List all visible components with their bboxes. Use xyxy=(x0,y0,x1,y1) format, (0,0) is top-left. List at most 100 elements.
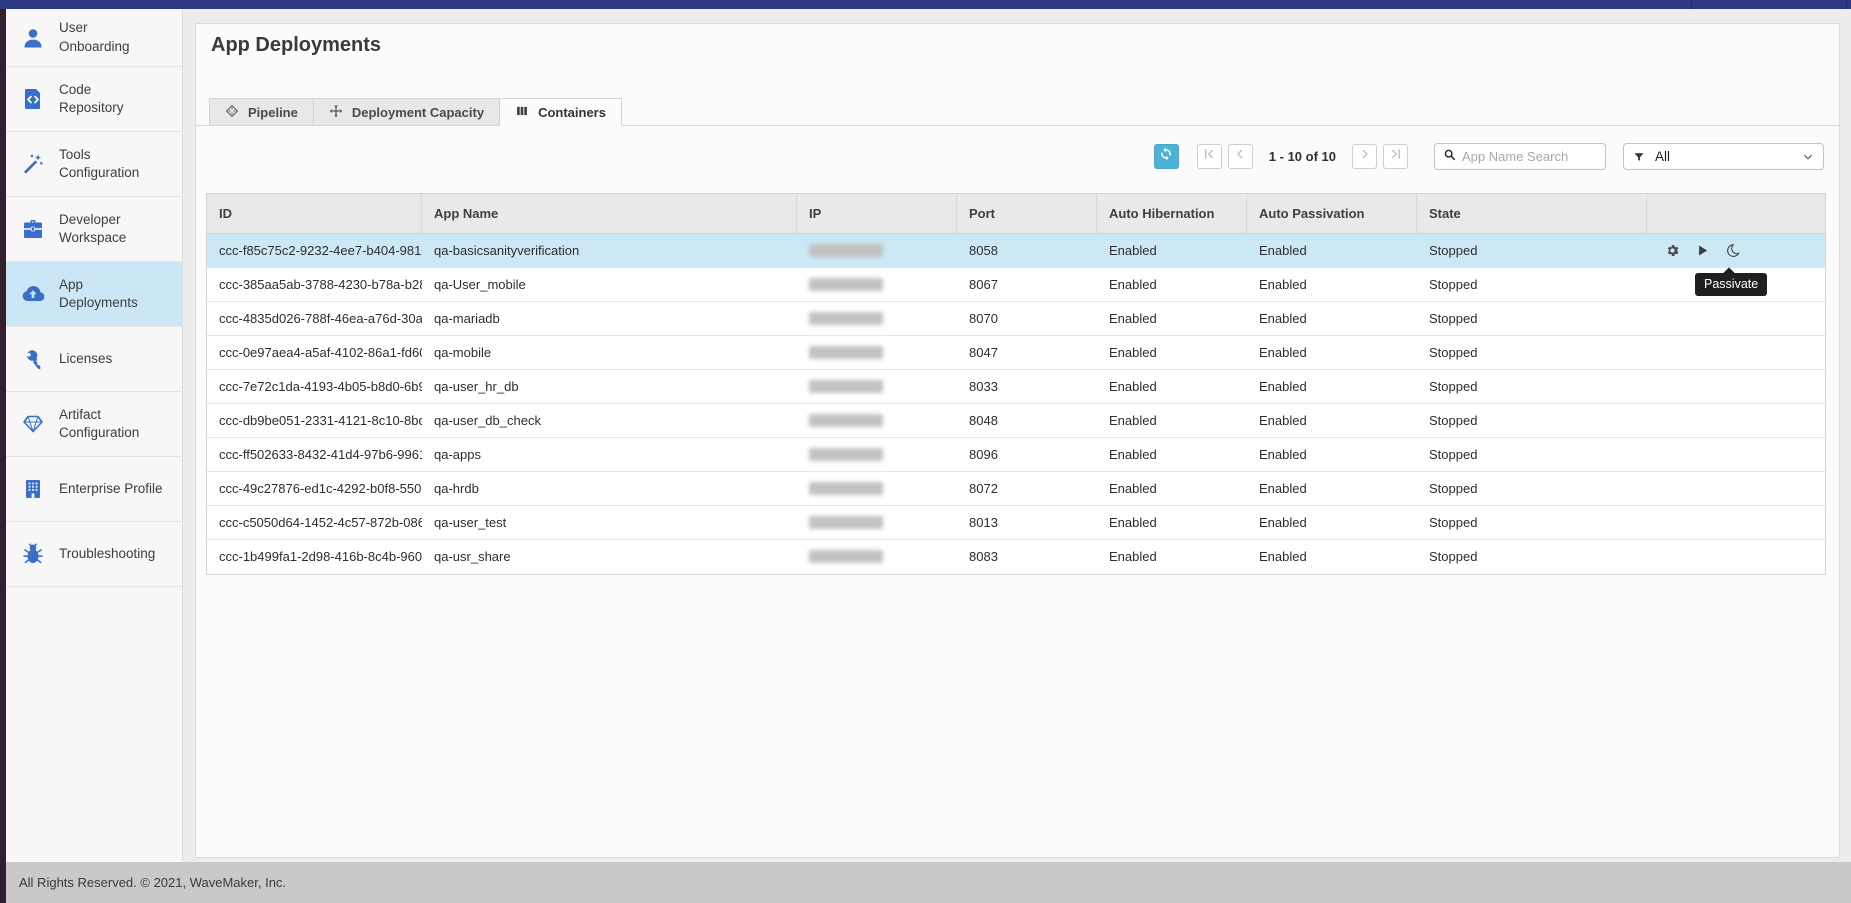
cell-port: 8033 xyxy=(957,370,1097,403)
sidebar-item-enterprise-profile[interactable]: Enterprise Profile xyxy=(6,457,182,522)
cell-app-name: qa-basicsanityverification xyxy=(422,234,797,267)
ip-redacted-value xyxy=(809,244,883,257)
cell-auto-hibernation: Enabled xyxy=(1097,404,1247,437)
prev-page-button[interactable] xyxy=(1228,144,1253,169)
table-row[interactable]: ccc-1b499fa1-2d98-416b-8c4b-960e68…qa-us… xyxy=(207,540,1825,574)
cell-ip xyxy=(797,336,957,369)
cell-port: 8048 xyxy=(957,404,1097,437)
refresh-button[interactable] xyxy=(1154,144,1179,169)
sidebar-item-label: User Onboarding xyxy=(59,19,130,55)
table-row[interactable]: ccc-ff502633-8432-41d4-97b6-996156…qa-ap… xyxy=(207,438,1825,472)
cell-app-name: qa-apps xyxy=(422,438,797,471)
filter-selected-value: All xyxy=(1655,149,1792,164)
sidebar-item-troubleshooting[interactable]: Troubleshooting xyxy=(6,522,182,587)
last-page-button[interactable] xyxy=(1383,144,1408,169)
filter-dropdown[interactable]: All xyxy=(1623,143,1824,170)
search-icon xyxy=(1443,148,1456,166)
column-header-id: ID xyxy=(207,194,422,233)
column-header-actions xyxy=(1647,194,1827,233)
tab-deployment-capacity[interactable]: Deployment Capacity xyxy=(314,98,500,126)
table-row[interactable]: ccc-4835d026-788f-46ea-a76d-30aac3…qa-ma… xyxy=(207,302,1825,336)
cell-state: Stopped xyxy=(1417,234,1647,267)
key-icon xyxy=(20,346,46,372)
cell-app-name: qa-user_db_check xyxy=(422,404,797,437)
cell-state: Stopped xyxy=(1417,370,1647,403)
app-name-search-box xyxy=(1434,143,1606,170)
columns-icon xyxy=(515,104,529,121)
search-input[interactable] xyxy=(1462,149,1592,164)
cell-port: 8067 xyxy=(957,268,1097,301)
cell-ip xyxy=(797,302,957,335)
main-content-card: App Deployments Pipeline Deployment Capa… xyxy=(195,23,1840,858)
cell-auto-hibernation: Enabled xyxy=(1097,540,1247,574)
containers-table: ID App Name IP Port Auto Hibernation Aut… xyxy=(206,193,1826,575)
table-row[interactable]: ccc-49c27876-ed1c-4292-b0f8-550588…qa-hr… xyxy=(207,472,1825,506)
cell-auto-hibernation: Enabled xyxy=(1097,438,1247,471)
tab-pipeline[interactable]: Pipeline xyxy=(209,98,314,126)
ip-redacted-value xyxy=(809,550,883,563)
cell-actions xyxy=(1647,472,1827,505)
cell-app-name: qa-mariadb xyxy=(422,302,797,335)
move-icon xyxy=(329,104,343,121)
cell-actions xyxy=(1647,234,1827,267)
table-row[interactable]: ccc-db9be051-2331-4121-8c10-8bd277…qa-us… xyxy=(207,404,1825,438)
ip-redacted-value xyxy=(809,482,883,495)
cell-id: ccc-0e97aea4-a5af-4102-86a1-fd60e16… xyxy=(207,336,422,369)
table-row[interactable]: ccc-385aa5ab-3788-4230-b78a-b2841c…qa-Us… xyxy=(207,268,1825,302)
pager: 1 - 10 of 10 xyxy=(1191,144,1408,169)
chevron-down-icon xyxy=(1802,151,1814,163)
cell-auto-passivation: Enabled xyxy=(1247,540,1417,574)
cell-port: 8070 xyxy=(957,302,1097,335)
table-row[interactable]: ccc-0e97aea4-a5af-4102-86a1-fd60e16…qa-m… xyxy=(207,336,1825,370)
magic-wand-icon xyxy=(20,151,46,177)
cell-actions xyxy=(1647,336,1827,369)
cloud-upload-icon xyxy=(20,281,46,307)
sidebar-item-tools-configuration[interactable]: Tools Configuration xyxy=(6,132,182,197)
sidebar-item-user-onboarding[interactable]: User Onboarding xyxy=(6,9,182,67)
cell-state: Stopped xyxy=(1417,302,1647,335)
sidebar-item-licenses[interactable]: Licenses xyxy=(6,327,182,392)
cell-auto-hibernation: Enabled xyxy=(1097,506,1247,539)
sidebar-item-code-repository[interactable]: Code Repository xyxy=(6,67,182,132)
ip-redacted-value xyxy=(809,278,883,291)
cell-auto-hibernation: Enabled xyxy=(1097,268,1247,301)
next-page-button[interactable] xyxy=(1352,144,1377,169)
cell-ip xyxy=(797,540,957,574)
cell-id: ccc-385aa5ab-3788-4230-b78a-b2841c… xyxy=(207,268,422,301)
settings-icon[interactable] xyxy=(1665,243,1680,258)
table-row[interactable]: ccc-f85c75c2-9232-4ee7-b404-9810a8…qa-ba… xyxy=(207,234,1825,268)
cell-auto-passivation: Enabled xyxy=(1247,472,1417,505)
cell-port: 8047 xyxy=(957,336,1097,369)
sidebar-item-developer-workspace[interactable]: Developer Workspace xyxy=(6,197,182,262)
sidebar-item-app-deployments[interactable]: App Deployments xyxy=(6,262,182,327)
cell-auto-passivation: Enabled xyxy=(1247,404,1417,437)
tab-containers[interactable]: Containers xyxy=(500,98,622,126)
table-row[interactable]: ccc-7e72c1da-4193-4b05-b8d0-6b9c54…qa-us… xyxy=(207,370,1825,404)
tab-bar: Pipeline Deployment Capacity Containers xyxy=(196,98,1839,126)
cell-actions xyxy=(1647,302,1827,335)
table-row[interactable]: ccc-c5050d64-1452-4c57-872b-086322…qa-us… xyxy=(207,506,1825,540)
navbar-separator xyxy=(1691,0,1692,9)
cell-port: 8013 xyxy=(957,506,1097,539)
sidebar-item-label: Enterprise Profile xyxy=(59,480,163,498)
top-navbar xyxy=(0,0,1851,9)
table-header-row: ID App Name IP Port Auto Hibernation Aut… xyxy=(207,194,1825,234)
table-body: ccc-f85c75c2-9232-4ee7-b404-9810a8…qa-ba… xyxy=(207,234,1825,574)
pagination-range: 1 - 10 of 10 xyxy=(1269,149,1336,164)
pipeline-icon xyxy=(225,104,239,121)
page-title: App Deployments xyxy=(211,34,381,57)
tooltip-passivate: Passivate xyxy=(1695,273,1767,296)
start-icon[interactable] xyxy=(1695,243,1710,258)
passivate-icon[interactable] xyxy=(1725,243,1740,258)
cell-actions xyxy=(1647,506,1827,539)
sidebar-item-label: App Deployments xyxy=(59,276,138,312)
building-icon xyxy=(20,476,46,502)
cell-auto-hibernation: Enabled xyxy=(1097,234,1247,267)
first-page-button[interactable] xyxy=(1197,144,1222,169)
sidebar-item-label: Tools Configuration xyxy=(59,146,139,182)
sidebar-item-artifact-configuration[interactable]: Artifact Configuration xyxy=(6,392,182,457)
cell-auto-hibernation: Enabled xyxy=(1097,472,1247,505)
cell-app-name: qa-mobile xyxy=(422,336,797,369)
cell-state: Stopped xyxy=(1417,472,1647,505)
cell-state: Stopped xyxy=(1417,540,1647,574)
